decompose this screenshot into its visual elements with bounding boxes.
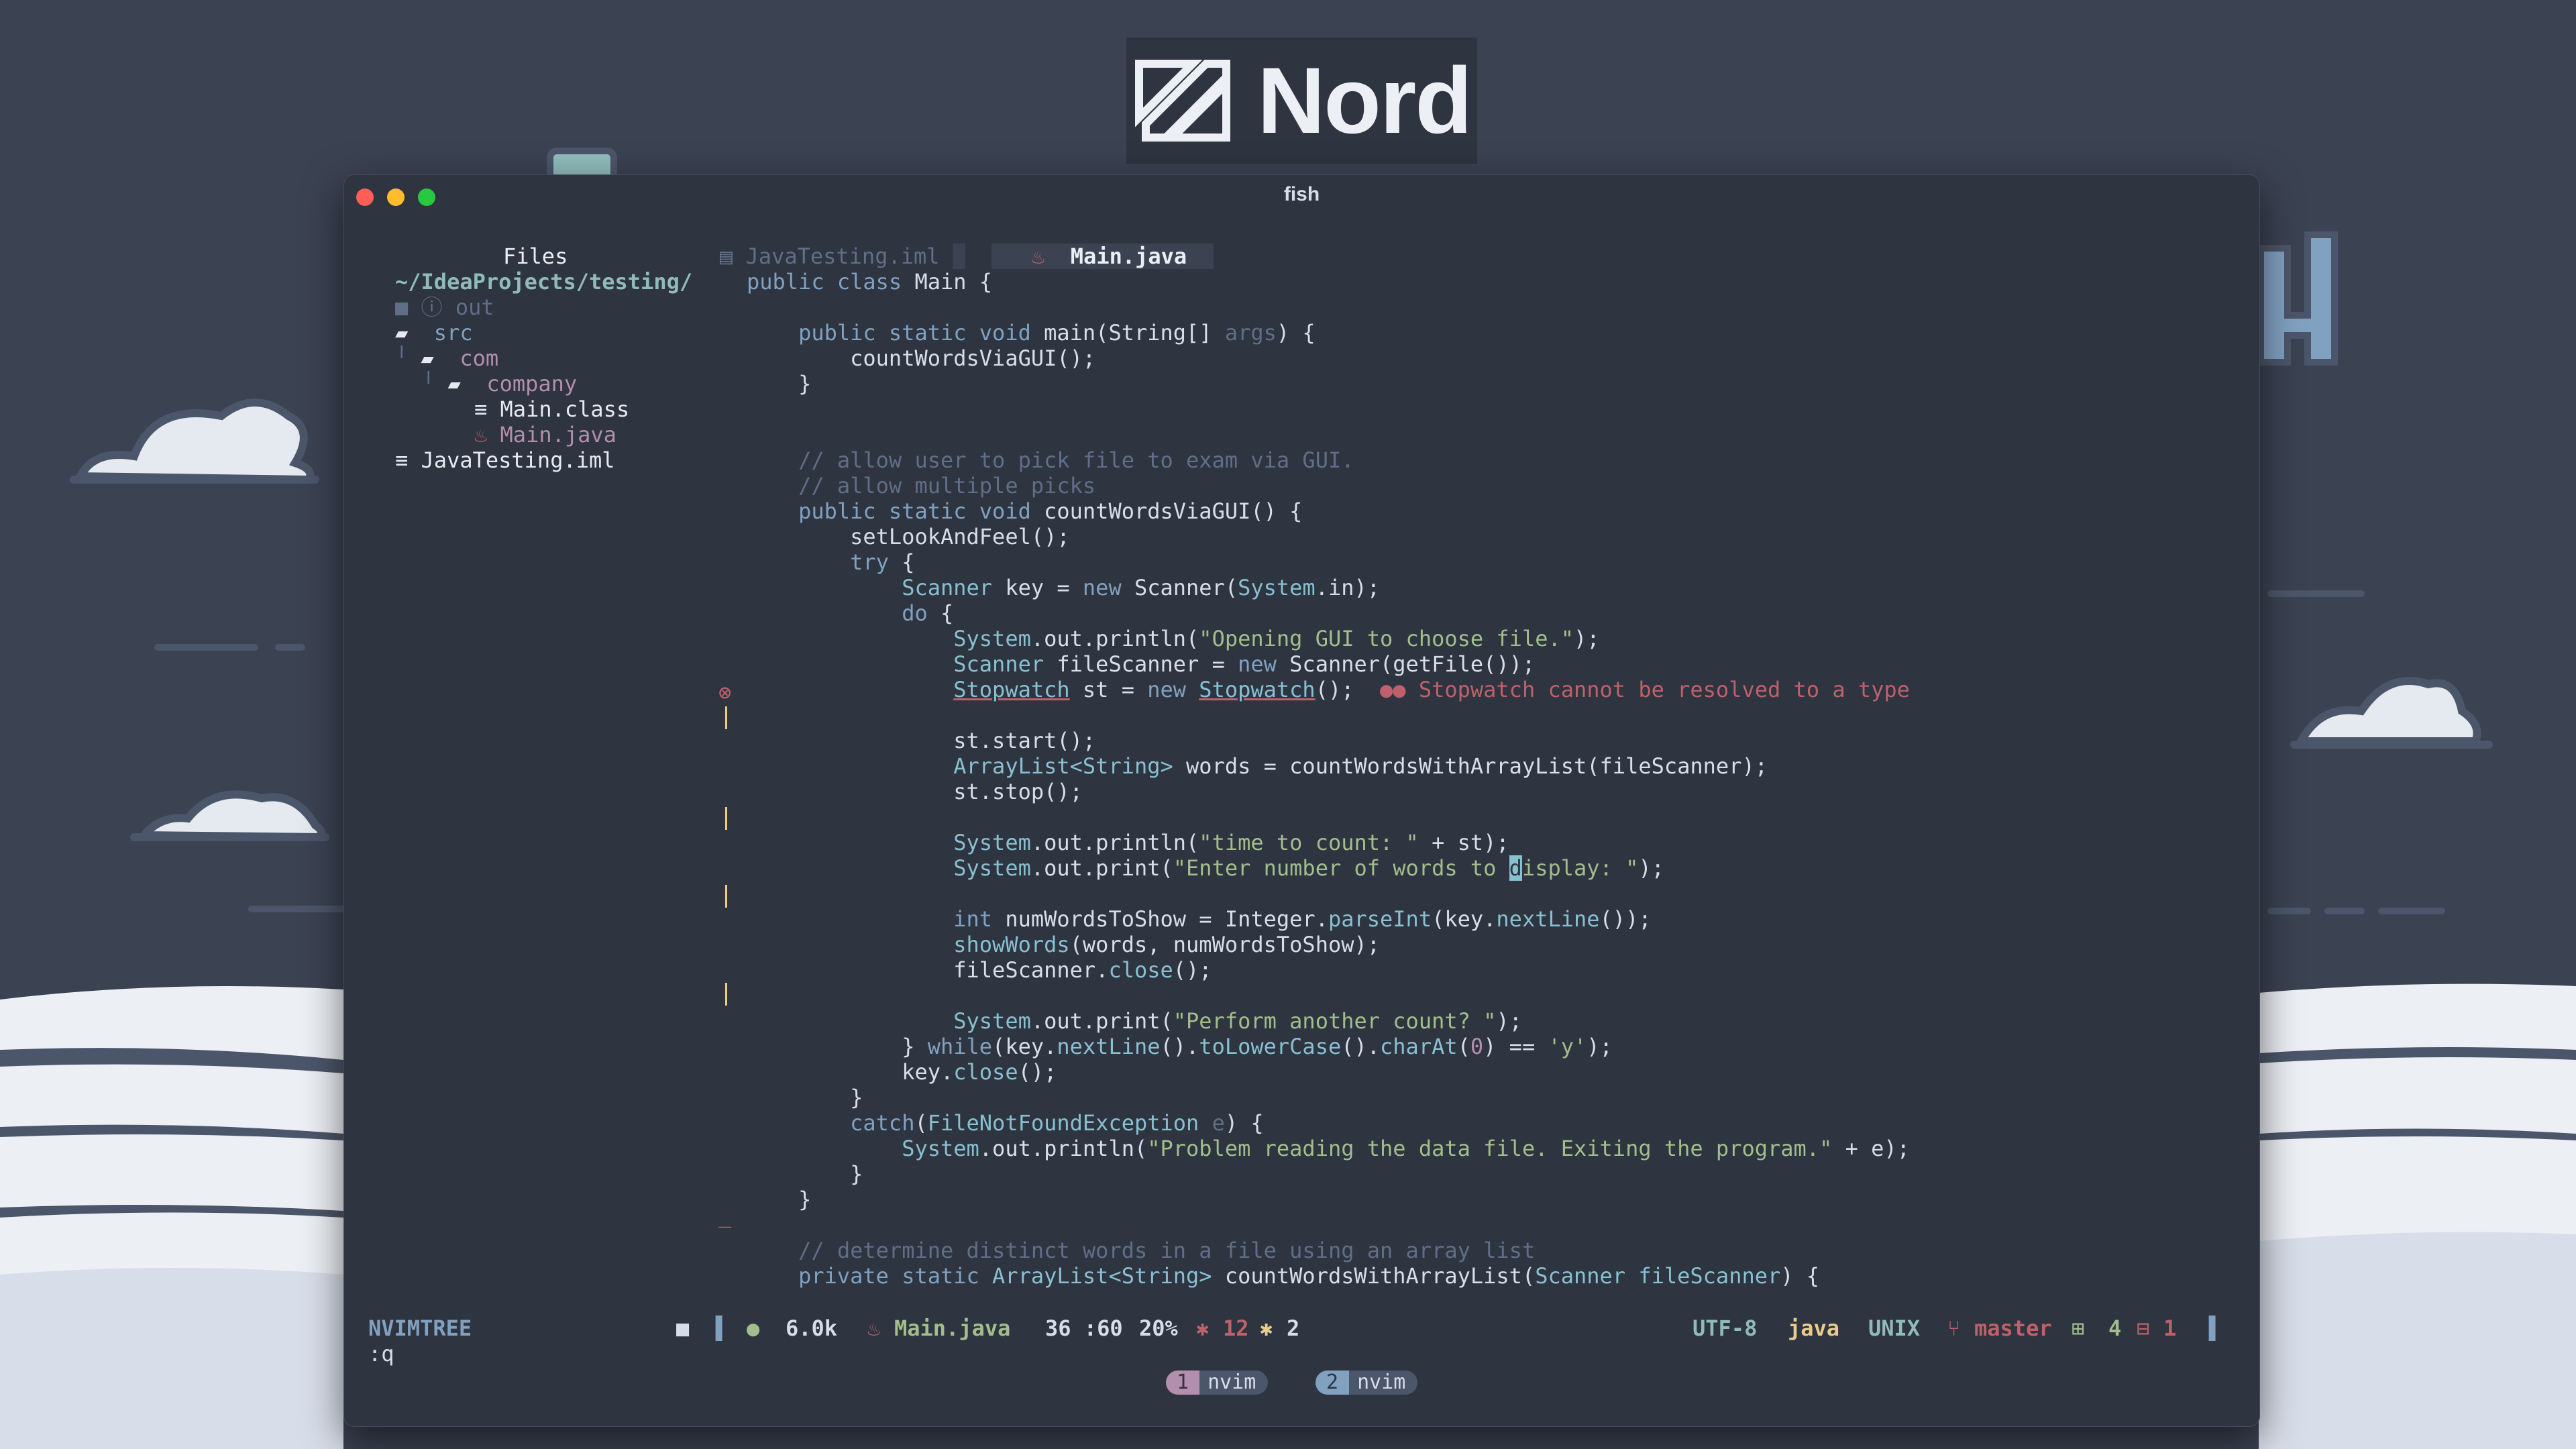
warning-icon: ✱ — [1260, 1316, 1273, 1341]
code-line: // allow user to pick file to exam via G… — [747, 447, 1354, 473]
code-line: countWordsViaGUI(); — [747, 345, 1096, 371]
code-line: Scanner key = new Scanner(System.in); — [902, 575, 1381, 600]
tree-item-main-java[interactable]: ♨ Main.java — [474, 422, 616, 447]
code-line: int numWordsToShow = Integer.parseInt(ke… — [953, 906, 1652, 932]
file-tree-title: Files — [503, 244, 568, 269]
code-line: ArrayList<String> words = countWordsWith… — [953, 753, 1768, 779]
folder-open-icon: ▰ — [421, 345, 460, 371]
file-tree-root[interactable]: ~/IdeaProjects/testing/ — [395, 269, 692, 294]
tree-guide: ╵ — [395, 345, 421, 371]
code-line: System.out.println("Problem reading the … — [902, 1136, 1910, 1161]
status-position: 36 :60 — [1045, 1316, 1123, 1341]
status-file: Main.java — [894, 1316, 1011, 1341]
file-lines-icon: ≡ — [474, 396, 500, 422]
status-warnings: 2 — [1287, 1316, 1300, 1341]
status-errors: 12 — [1223, 1316, 1249, 1341]
git-removed-icon: ⊟ — [2137, 1316, 2150, 1341]
git-change-marker — [725, 807, 727, 830]
code-line: st.stop(); — [747, 779, 1083, 804]
code-line: catch(FileNotFoundException e) { — [850, 1110, 1264, 1136]
code-line: setLookAndFeel(); — [747, 524, 1070, 549]
file-lines-icon: ≡ — [395, 447, 421, 473]
git-change-marker — [725, 885, 727, 908]
tmux-window-2[interactable]: 2 nvim — [1316, 1371, 1418, 1395]
git-delete-marker: ‾ — [718, 1223, 732, 1248]
tmux-window-number: 1 — [1166, 1371, 1200, 1395]
tmux-window-label: nvim — [1208, 1371, 1256, 1394]
status-encoding: UTF-8 — [1693, 1316, 1758, 1341]
tree-item-com[interactable]: ╵ ▰ com — [395, 345, 498, 371]
code-line-error: Stopwatch st = new Stopwatch(); ●● Stopw… — [953, 677, 1910, 702]
folder-icon: ■ — [676, 1316, 690, 1341]
code-line: showWords(words, numWordsToShow); — [953, 932, 1381, 957]
tmux-window-1[interactable]: 1 nvim — [1166, 1371, 1269, 1395]
java-icon: ♨ — [867, 1316, 881, 1341]
folder-icon: ■ ⓘ — [395, 294, 455, 320]
code-line: try { — [850, 549, 915, 575]
code-line: Scanner fileScanner = new Scanner(getFil… — [953, 651, 1536, 677]
java-icon: ♨ — [474, 422, 500, 447]
code-line: public static void main(String[] args) { — [798, 320, 1316, 345]
status-mode: NVIMTREE — [368, 1316, 472, 1341]
code-line: } — [747, 1085, 863, 1110]
bug-icon: ✱ — [1196, 1316, 1210, 1341]
tree-item-iml[interactable]: ≡ JavaTesting.iml — [395, 447, 615, 473]
tree-guide: ╵ — [422, 371, 448, 396]
nord-logo-icon — [1135, 60, 1231, 142]
diagnostic-message: Stopwatch cannot be resolved to a type — [1418, 677, 1910, 702]
code-line: System.out.println("Opening GUI to choos… — [953, 626, 1600, 651]
code-line: System.out.println("time to count: " + s… — [953, 830, 1509, 855]
code-line: System.out.print("Perform another count?… — [953, 1008, 1522, 1034]
status-end-bar: ▌ — [2209, 1316, 2222, 1341]
status-dot-icon: ● — [747, 1316, 760, 1341]
code-line: fileScanner.close(); — [747, 957, 1212, 983]
terminal-window: fish Files ~/IdeaProjects/testing/ ■ ⓘ o… — [343, 174, 2260, 1427]
status-added: 4 — [2108, 1316, 2122, 1341]
status-format: UNIX — [1868, 1316, 1921, 1341]
git-change-marker — [725, 706, 727, 729]
tree-item-main-class[interactable]: ≡ Main.class — [474, 396, 629, 422]
java-icon: ♨ — [1032, 244, 1071, 269]
code-line: // determine distinct words in a file us… — [747, 1238, 1536, 1263]
window-title: fish — [1283, 183, 1320, 205]
tmux-window-label: nvim — [1357, 1371, 1406, 1394]
brand-name: Nord — [1257, 48, 1472, 153]
status-filetype: java — [1788, 1316, 1840, 1341]
tree-item-src[interactable]: ▰ src — [395, 320, 473, 345]
status-removed: 1 — [2163, 1316, 2177, 1341]
code-line: st.start(); — [747, 728, 1096, 753]
code-line: public class Main { — [747, 269, 993, 294]
code-line: } while(key.nextLine().toLowerCase().cha… — [747, 1034, 1613, 1059]
git-added-icon: ⊞ — [2072, 1316, 2085, 1341]
folder-open-icon: ▰ — [447, 371, 487, 396]
nord-logo: Nord — [1126, 38, 1477, 164]
command-line[interactable]: :q — [368, 1341, 394, 1366]
tab-main-java[interactable]: ♨ Main.java — [991, 244, 1214, 269]
folder-open-icon: ▰ — [395, 320, 434, 345]
cursor: d — [1509, 855, 1522, 881]
tree-item-out[interactable]: ■ ⓘ out — [395, 294, 494, 320]
code-line: // allow multiple picks — [747, 473, 1096, 498]
code-line: System.out.print("Enter number of words … — [953, 855, 1664, 881]
error-sign-icon: ⊗ — [718, 680, 732, 705]
code-line: key.close(); — [747, 1059, 1057, 1085]
git-change-marker — [725, 983, 727, 1006]
code-line: public static void countWordsViaGUI() { — [798, 498, 1303, 524]
file-icon: ▤ — [720, 244, 746, 269]
status-size: 6.0k — [786, 1316, 838, 1341]
code-line: do { — [902, 600, 954, 626]
code-line: } — [747, 1187, 812, 1212]
diagnostic-icon: ●● — [1380, 677, 1419, 702]
tab-javatesting-iml[interactable]: ▤ JavaTesting.iml — [720, 244, 966, 269]
status-branch: master — [1974, 1316, 2052, 1341]
code-line: } — [747, 1161, 863, 1187]
code-line: private static ArrayList<String> countWo… — [798, 1263, 1820, 1289]
status-separator: ▌ — [716, 1316, 729, 1341]
tmux-window-number: 2 — [1316, 1371, 1350, 1395]
tree-item-company[interactable]: ╵ ▰ company — [422, 371, 577, 396]
code-line: } — [747, 371, 812, 396]
git-branch-icon: ⑂ — [1947, 1316, 1961, 1341]
status-percent: 20% — [1139, 1316, 1178, 1341]
titlebar[interactable]: fish — [344, 175, 2259, 217]
